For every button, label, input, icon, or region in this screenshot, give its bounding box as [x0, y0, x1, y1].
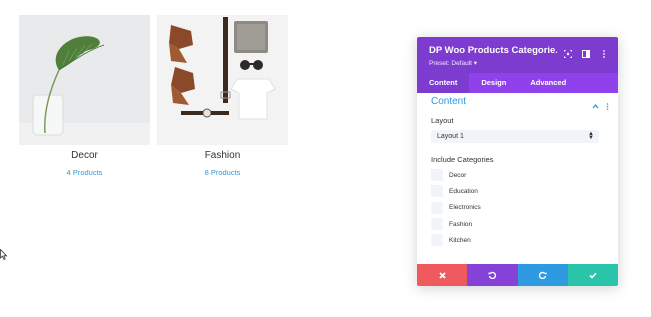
category-option-kitchen[interactable]: Kitchen: [417, 232, 618, 248]
modal-header-icons: [563, 45, 608, 59]
category-option-education[interactable]: Education: [417, 183, 618, 199]
fullscreen-icon[interactable]: [563, 45, 573, 59]
category-checkbox[interactable]: [431, 218, 443, 231]
modal-title: DP Woo Products Categorie...: [429, 45, 557, 56]
category-label: Kitchen: [449, 236, 471, 244]
product-count[interactable]: 4 Products: [19, 168, 150, 177]
redo-button[interactable]: [517, 264, 568, 286]
undo-button[interactable]: [467, 264, 518, 286]
layout-label: Layout: [431, 116, 454, 125]
category-label: Education: [449, 187, 478, 195]
product-name[interactable]: Decor: [71, 150, 98, 161]
cancel-button[interactable]: [417, 264, 468, 286]
mouse-cursor-icon: [0, 249, 8, 261]
include-categories-label: Include Categories: [431, 155, 494, 164]
category-checkbox[interactable]: [431, 169, 443, 182]
product-image-fashion[interactable]: [157, 15, 288, 145]
select-arrows-icon: ▲ ▼: [588, 131, 594, 141]
product-card-fashion[interactable]: Fashion 8 Products: [157, 15, 288, 177]
product-name[interactable]: Fashion: [205, 150, 241, 161]
category-checkbox[interactable]: [431, 201, 443, 214]
product-image-decor[interactable]: [19, 15, 150, 145]
tab-content[interactable]: Content: [417, 73, 470, 93]
modal-tabs: Content Design Advanced: [417, 73, 618, 93]
undo-icon: [488, 271, 497, 279]
modal-body: Content Layout Layout 1 ▲ ▼ Include Categ…: [417, 93, 618, 264]
category-option-electronics[interactable]: Electronics: [417, 200, 618, 216]
page: Decor 4 Products Fashion 8 Products DP W…: [0, 0, 651, 317]
category-checkbox[interactable]: [431, 234, 443, 247]
section-controls: [592, 97, 609, 115]
redo-icon: [538, 271, 547, 279]
modal-header[interactable]: DP Woo Products Categorie... Preset: Def…: [417, 37, 618, 73]
section-title: Content: [431, 96, 467, 107]
product-count[interactable]: 8 Products: [157, 168, 288, 177]
tab-design[interactable]: Design: [469, 73, 518, 93]
module-settings-modal: DP Woo Products Categorie... Preset: Def…: [417, 37, 618, 286]
modal-footer: [417, 264, 618, 286]
layout-select[interactable]: Layout 1 ▲ ▼: [431, 130, 599, 143]
category-label: Electronics: [449, 204, 481, 212]
save-button[interactable]: [567, 264, 618, 286]
split-view-icon[interactable]: [582, 45, 590, 58]
close-icon: [438, 271, 446, 279]
preset-selector[interactable]: Preset: Default ▾: [429, 59, 608, 67]
category-option-fashion[interactable]: Fashion: [417, 216, 618, 232]
more-options-icon[interactable]: [600, 45, 608, 58]
check-icon: [589, 272, 597, 279]
layout-select-value: Layout 1: [437, 133, 464, 140]
category-label: Decor: [449, 171, 467, 179]
product-card-decor[interactable]: Decor 4 Products: [19, 15, 150, 177]
content-section-toggle[interactable]: Content: [417, 93, 618, 110]
chevron-up-icon[interactable]: [592, 97, 599, 115]
tab-advanced[interactable]: Advanced: [518, 73, 578, 93]
category-checkbox[interactable]: [431, 185, 443, 198]
section-more-icon[interactable]: [606, 97, 609, 115]
category-label: Fashion: [449, 220, 473, 228]
category-option-decor[interactable]: Decor: [417, 167, 618, 183]
